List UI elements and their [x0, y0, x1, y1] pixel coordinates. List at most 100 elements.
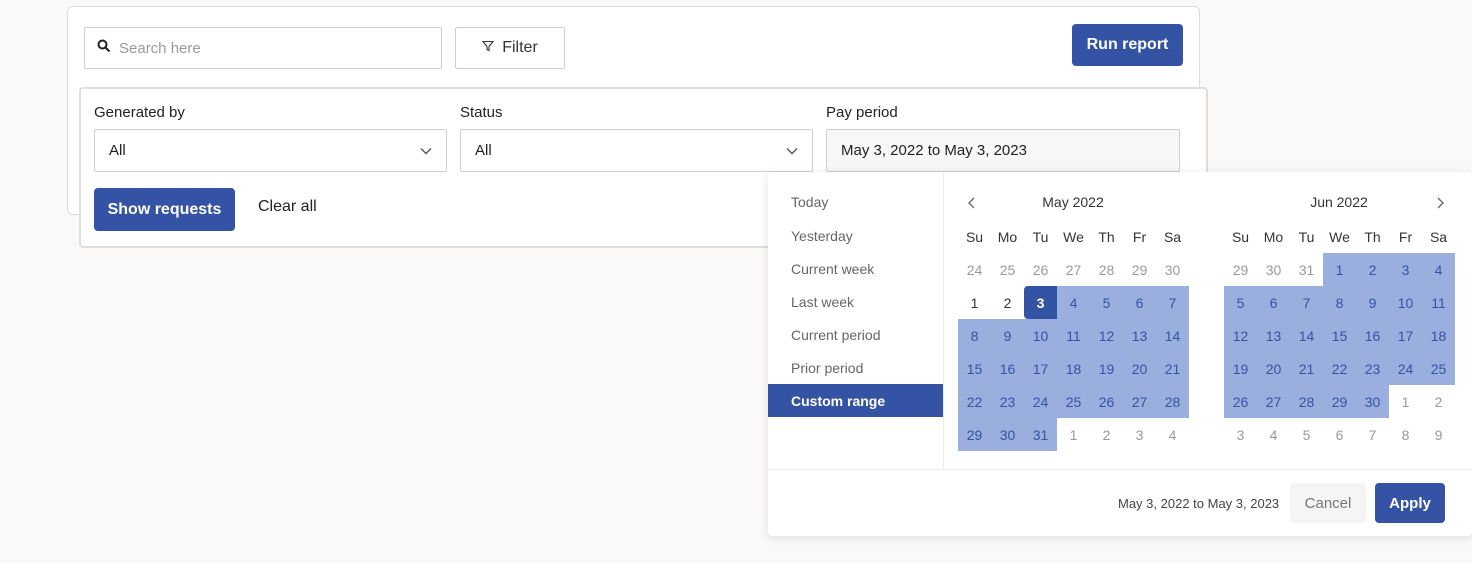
calendar-day[interactable]: 12: [1224, 319, 1257, 352]
calendar-day[interactable]: 1: [958, 286, 991, 319]
calendar-day[interactable]: 20: [1257, 352, 1290, 385]
calendar-day[interactable]: 15: [1323, 319, 1356, 352]
preset-yesterday[interactable]: Yesterday: [768, 219, 943, 252]
calendar-day[interactable]: 4: [1057, 286, 1090, 319]
calendar-day[interactable]: 22: [958, 385, 991, 418]
calendar-day[interactable]: 21: [1290, 352, 1323, 385]
calendar-day[interactable]: 9: [1356, 286, 1389, 319]
calendar-day[interactable]: 12: [1090, 319, 1123, 352]
generated-by-select[interactable]: All: [94, 129, 447, 172]
calendar-day[interactable]: 18: [1422, 319, 1455, 352]
calendar-day[interactable]: 30: [1356, 385, 1389, 418]
calendar-day-outside[interactable]: 1: [1057, 418, 1090, 451]
next-month-icon[interactable]: [1433, 196, 1447, 210]
calendar-day[interactable]: 21: [1156, 352, 1189, 385]
calendar-day[interactable]: 28: [1290, 385, 1323, 418]
calendar-day[interactable]: 14: [1156, 319, 1189, 352]
calendar-day[interactable]: 26: [1090, 385, 1123, 418]
calendar-day[interactable]: 5: [1224, 286, 1257, 319]
calendar-day[interactable]: 23: [991, 385, 1024, 418]
calendar-day[interactable]: 1: [1323, 253, 1356, 286]
calendar-day-outside[interactable]: 3: [1123, 418, 1156, 451]
calendar-day[interactable]: 27: [1257, 385, 1290, 418]
calendar-day[interactable]: 29: [958, 418, 991, 451]
pay-period-input[interactable]: May 3, 2022 to May 3, 2023: [826, 129, 1180, 172]
calendar-day[interactable]: 22: [1323, 352, 1356, 385]
calendar-day-outside[interactable]: 29: [1224, 253, 1257, 286]
calendar-day-outside[interactable]: 27: [1057, 253, 1090, 286]
calendar-day[interactable]: 10: [1024, 319, 1057, 352]
run-report-button[interactable]: Run report: [1072, 24, 1183, 66]
calendar-day-outside[interactable]: 31: [1290, 253, 1323, 286]
calendar-day-outside[interactable]: 5: [1290, 418, 1323, 451]
calendar-day-outside[interactable]: 9: [1422, 418, 1455, 451]
calendar-day-outside[interactable]: 8: [1389, 418, 1422, 451]
calendar-day[interactable]: 30: [991, 418, 1024, 451]
calendar-day[interactable]: 18: [1057, 352, 1090, 385]
calendar-day[interactable]: 6: [1257, 286, 1290, 319]
calendar-day[interactable]: 8: [1323, 286, 1356, 319]
calendar-day[interactable]: 16: [991, 352, 1024, 385]
calendar-day[interactable]: 3: [1024, 286, 1057, 319]
calendar-day[interactable]: 6: [1123, 286, 1156, 319]
calendar-day[interactable]: 13: [1123, 319, 1156, 352]
calendar-day-outside[interactable]: 6: [1323, 418, 1356, 451]
calendar-day-outside[interactable]: 4: [1156, 418, 1189, 451]
status-select[interactable]: All: [460, 129, 813, 172]
prev-month-icon[interactable]: [965, 196, 979, 210]
calendar-day[interactable]: 13: [1257, 319, 1290, 352]
calendar-day[interactable]: 20: [1123, 352, 1156, 385]
search-input[interactable]: [119, 39, 419, 57]
calendar-day-outside[interactable]: 30: [1156, 253, 1189, 286]
calendar-day-outside[interactable]: 4: [1257, 418, 1290, 451]
calendar-day[interactable]: 11: [1422, 286, 1455, 319]
calendar-day-outside[interactable]: 1: [1389, 385, 1422, 418]
calendar-day-outside[interactable]: 2: [1422, 385, 1455, 418]
calendar-day[interactable]: 16: [1356, 319, 1389, 352]
calendar-day[interactable]: 7: [1156, 286, 1189, 319]
calendar-day-outside[interactable]: 29: [1123, 253, 1156, 286]
preset-current-period[interactable]: Current period: [768, 318, 943, 351]
calendar-day[interactable]: 3: [1389, 253, 1422, 286]
apply-button[interactable]: Apply: [1375, 483, 1445, 523]
calendar-day[interactable]: 24: [1389, 352, 1422, 385]
calendar-day-outside[interactable]: 24: [958, 253, 991, 286]
calendar-day[interactable]: 23: [1356, 352, 1389, 385]
preset-prior-period[interactable]: Prior period: [768, 351, 943, 384]
calendar-day[interactable]: 5: [1090, 286, 1123, 319]
calendar-day[interactable]: 27: [1123, 385, 1156, 418]
preset-current-week[interactable]: Current week: [768, 252, 943, 285]
calendar-day[interactable]: 26: [1224, 385, 1257, 418]
calendar-day[interactable]: 15: [958, 352, 991, 385]
calendar-day[interactable]: 17: [1024, 352, 1057, 385]
calendar-day-outside[interactable]: 28: [1090, 253, 1123, 286]
calendar-day[interactable]: 2: [991, 286, 1024, 319]
calendar-day[interactable]: 4: [1422, 253, 1455, 286]
calendar-day-outside[interactable]: 7: [1356, 418, 1389, 451]
calendar-day-outside[interactable]: 30: [1257, 253, 1290, 286]
calendar-day[interactable]: 10: [1389, 286, 1422, 319]
calendar-day[interactable]: 14: [1290, 319, 1323, 352]
calendar-day[interactable]: 28: [1156, 385, 1189, 418]
calendar-day-outside[interactable]: 3: [1224, 418, 1257, 451]
preset-custom-range[interactable]: Custom range: [768, 384, 943, 417]
calendar-day[interactable]: 19: [1224, 352, 1257, 385]
calendar-day[interactable]: 24: [1024, 385, 1057, 418]
clear-all-button[interactable]: Clear all: [258, 198, 317, 216]
calendar-day[interactable]: 25: [1422, 352, 1455, 385]
calendar-day[interactable]: 17: [1389, 319, 1422, 352]
show-requests-button[interactable]: Show requests: [94, 188, 235, 231]
calendar-day[interactable]: 29: [1323, 385, 1356, 418]
calendar-day[interactable]: 25: [1057, 385, 1090, 418]
preset-last-week[interactable]: Last week: [768, 285, 943, 318]
calendar-day[interactable]: 7: [1290, 286, 1323, 319]
calendar-day-outside[interactable]: 26: [1024, 253, 1057, 286]
calendar-day[interactable]: 11: [1057, 319, 1090, 352]
cancel-button[interactable]: Cancel: [1290, 483, 1366, 523]
preset-today[interactable]: Today: [768, 185, 943, 218]
calendar-day[interactable]: 31: [1024, 418, 1057, 451]
calendar-day[interactable]: 19: [1090, 352, 1123, 385]
search-box[interactable]: [84, 27, 442, 69]
calendar-day[interactable]: 8: [958, 319, 991, 352]
calendar-day-outside[interactable]: 25: [991, 253, 1024, 286]
